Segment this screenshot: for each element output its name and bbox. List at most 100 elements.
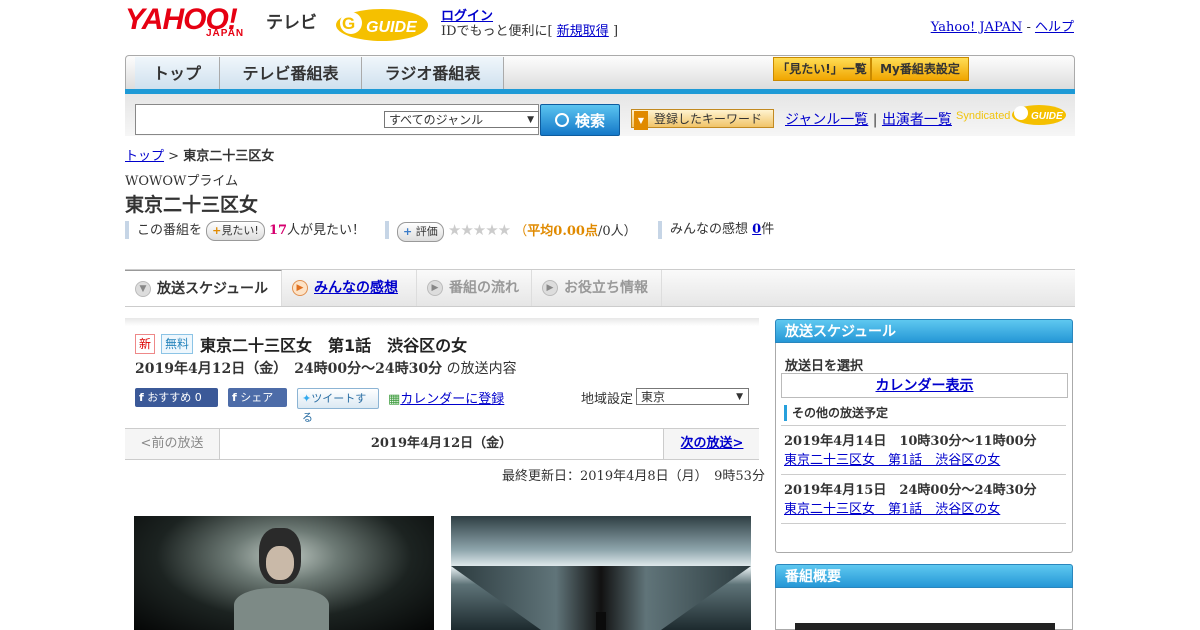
gguide-logo-text: GUIDE	[366, 19, 418, 36]
svg-text:GUIDE: GUIDE	[1031, 111, 1063, 122]
facebook-share-button[interactable]: f シェア	[228, 388, 287, 407]
tab-info[interactable]: ▶ お役立ち情報	[532, 270, 662, 306]
breadcrumb-top-link[interactable]: トップ	[125, 149, 164, 164]
episode-image-1[interactable]	[134, 516, 434, 630]
tab-schedule-label: 放送スケジュール	[157, 281, 269, 297]
tweet-button[interactable]: ✦ツイートする	[297, 388, 379, 424]
search-button-label: 検索	[574, 112, 605, 130]
tv-logo-text: テレビ	[266, 13, 317, 33]
header-link-sep: -	[1022, 20, 1035, 35]
facebook-recommend-button[interactable]: f おすすめ 0	[135, 388, 218, 407]
tab-reviews[interactable]: ▶ みんなの感想	[282, 270, 417, 306]
want-suffix: 人が見たい！	[287, 223, 366, 238]
overview-box	[775, 588, 1073, 630]
region-label: 地域設定	[581, 392, 634, 407]
page-title: 東京二十三区女	[125, 194, 259, 216]
syndicated-label: Syndicated	[956, 110, 1011, 122]
search-button[interactable]: 検索	[540, 104, 620, 136]
divider	[781, 474, 1066, 475]
genre-list-link[interactable]: ジャンル一覧	[785, 112, 868, 128]
my-guide-settings-button[interactable]: My番組表設定	[871, 57, 969, 81]
tab-schedule[interactable]: ▼ 放送スケジュール	[125, 270, 282, 306]
prev-broadcast: <前の放送	[125, 429, 220, 459]
star-icon: ★	[447, 221, 461, 239]
overview-box-title: 番組概要	[775, 564, 1073, 588]
star-icon: ★	[497, 221, 511, 239]
registered-keyword-label: 登録したキーワード	[654, 112, 763, 126]
gguide-small-logo: GUIDE	[1012, 105, 1066, 125]
breadcrumb-sep: >	[164, 149, 184, 164]
reviews-count-link[interactable]: 0	[752, 222, 761, 237]
plus-icon: +	[403, 225, 413, 238]
share-label: シェア	[240, 391, 274, 404]
reviews-label: みんなの感想	[670, 222, 749, 237]
yahoo-japan-logo-sub: JAPAN	[206, 28, 245, 39]
calendar-view-button[interactable]: カレンダー表示	[781, 373, 1068, 398]
tab-reviews-label: みんなの感想	[314, 280, 398, 296]
gguide-logo[interactable]: G GUIDE	[334, 6, 432, 42]
episode-title: 東京二十三区女 第1話 渋谷区の女	[200, 336, 468, 355]
episode-datetime-suffix: の放送内容	[446, 361, 517, 377]
episode-image-2[interactable]	[451, 516, 751, 630]
yahoo-japan-link[interactable]: Yahoo! JAPAN	[931, 20, 1023, 35]
other-schedule-datetime: 2019年4月15日 24時00分～24時30分	[784, 483, 1037, 498]
other-schedule-title: その他の放送予定	[784, 405, 888, 421]
tweet-label: ツイートする	[302, 392, 367, 424]
other-schedule-datetime: 2019年4月14日 10時30分～11時00分	[784, 434, 1037, 449]
select-date-label: 放送日を選択	[785, 359, 864, 374]
login-sub-pre: IDでもっと便利に[	[441, 24, 553, 39]
next-broadcast-link[interactable]: 次の放送>	[663, 429, 760, 459]
this-program-label: この番組を	[137, 223, 203, 238]
twitter-icon: ✦	[302, 392, 312, 405]
genre-select[interactable]: すべてのジャンル ▼	[384, 111, 539, 128]
genre-links: ジャンル一覧 | 出演者一覧	[785, 109, 952, 129]
rate-button-label: 評価	[415, 225, 438, 238]
divider	[781, 523, 1066, 524]
rate-button[interactable]: + 評価	[397, 222, 444, 242]
other-schedule-link[interactable]: 東京二十三区女 第1話 渋谷区の女	[784, 498, 1000, 517]
other-schedule-link[interactable]: 東京二十三区女 第1話 渋谷区の女	[784, 449, 1000, 468]
tab-info-label: お役立ち情報	[564, 280, 648, 296]
link-divider: |	[872, 112, 878, 128]
region-select-value: 東京	[641, 390, 666, 404]
tab-flow[interactable]: ▶ 番組の流れ	[417, 270, 532, 306]
want-count: 17	[268, 223, 288, 238]
chevron-down-icon: ▼	[527, 115, 534, 125]
register-link[interactable]: 新規取得	[557, 24, 609, 39]
chevron-down-icon: ▼	[135, 281, 151, 297]
star-rating: ★★★★★	[447, 221, 511, 239]
free-badge: 無料	[161, 334, 194, 354]
star-icon: ★	[485, 221, 498, 239]
overview-image	[795, 623, 1055, 630]
channel-name: WOWOWプライム	[125, 174, 239, 189]
last-updated: 最終更新日：2019年4月8日（月） 9時53分	[502, 469, 765, 484]
rating-count: /0人）	[597, 224, 637, 239]
reviews-suffix: 件	[761, 222, 775, 237]
calendar-register[interactable]: ▦カレンダーに登録	[388, 388, 504, 407]
header-links: Yahoo! JAPAN - ヘルプ	[931, 16, 1074, 35]
wanted-list-button[interactable]: 「見たい!」一覧	[773, 57, 871, 81]
plus-icon: +	[212, 224, 222, 237]
cast-list-link[interactable]: 出演者一覧	[882, 112, 952, 128]
episode-datetime: 2019年4月12日（金） 24時00分～24時30分 の放送内容	[135, 358, 517, 378]
nav-tab-top[interactable]: トップ	[135, 57, 220, 90]
help-link[interactable]: ヘルプ	[1035, 20, 1074, 35]
nav-tab-tv[interactable]: テレビ番組表	[220, 57, 362, 90]
divider	[781, 425, 1066, 426]
main-nav: トップ テレビ番組表 ラジオ番組表 「見たい!」一覧 My番組表設定	[125, 55, 1075, 90]
registered-keyword-button[interactable]: ▼ 登録したキーワード	[631, 109, 774, 130]
rating-open: （	[514, 224, 528, 239]
region-select[interactable]: 東京 ▼	[636, 388, 749, 405]
episode-datetime-value: 2019年4月12日（金） 24時00分～24時30分	[135, 361, 443, 377]
calendar-register-link[interactable]: カレンダーに登録	[400, 392, 504, 407]
rating-average: 平均0.00点	[527, 224, 598, 239]
login-sub-text: IDでもっと便利に[ 新規取得 ]	[441, 20, 618, 39]
search-icon	[554, 113, 569, 127]
recommend-label: おすすめ 0	[147, 391, 202, 404]
play-circle-icon: ▶	[427, 280, 443, 296]
nav-tab-radio[interactable]: ラジオ番組表	[362, 57, 504, 90]
want-button[interactable]: +見たい!	[206, 221, 265, 241]
svg-text:G: G	[342, 14, 355, 33]
play-circle-icon: ▶	[542, 280, 558, 296]
want-button-label: 見たい!	[221, 224, 259, 237]
